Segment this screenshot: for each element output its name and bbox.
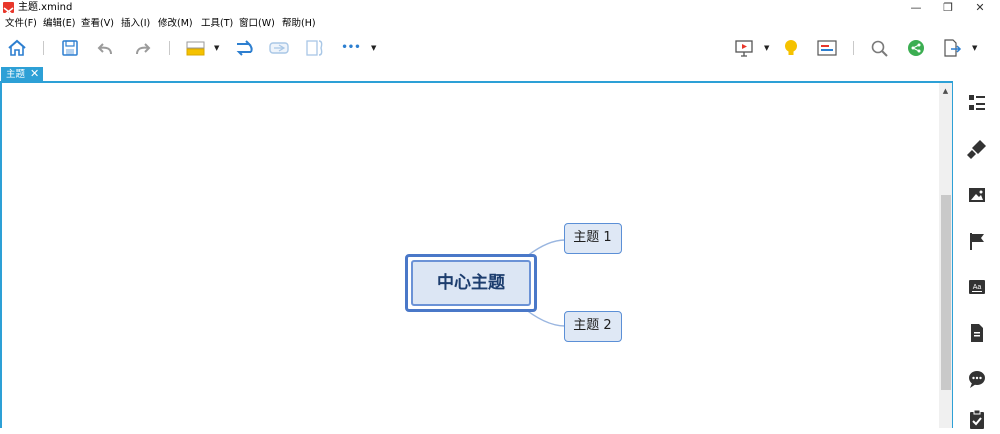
subtopic-1[interactable]: 主题 1: [564, 223, 622, 254]
central-topic[interactable]: 中心主题: [405, 254, 537, 312]
scroll-up-icon[interactable]: ▲: [939, 85, 952, 97]
image-icon[interactable]: [966, 184, 988, 206]
task-icon[interactable]: [966, 408, 988, 430]
outline-icon[interactable]: [966, 92, 988, 114]
right-panel: Aa: [954, 82, 1000, 430]
scrollbar-thumb[interactable]: [941, 195, 951, 390]
comments-icon[interactable]: [966, 368, 988, 390]
central-topic-label: 中心主题: [437, 273, 505, 293]
subtopic-label: 主题 1: [573, 230, 612, 245]
format-brush-icon[interactable]: [966, 138, 988, 160]
subtopic-label: 主题 2: [573, 318, 612, 333]
subtopic-2[interactable]: 主题 2: [564, 311, 622, 342]
marker-flag-icon[interactable]: [966, 230, 988, 252]
text-style-icon[interactable]: Aa: [966, 276, 988, 298]
central-topic-inner: 中心主题: [411, 260, 531, 306]
mindmap-connectors: [519, 239, 566, 327]
notes-icon[interactable]: [966, 322, 988, 344]
vertical-scrollbar[interactable]: ▲: [939, 83, 952, 428]
svg-text:Aa: Aa: [973, 284, 982, 291]
